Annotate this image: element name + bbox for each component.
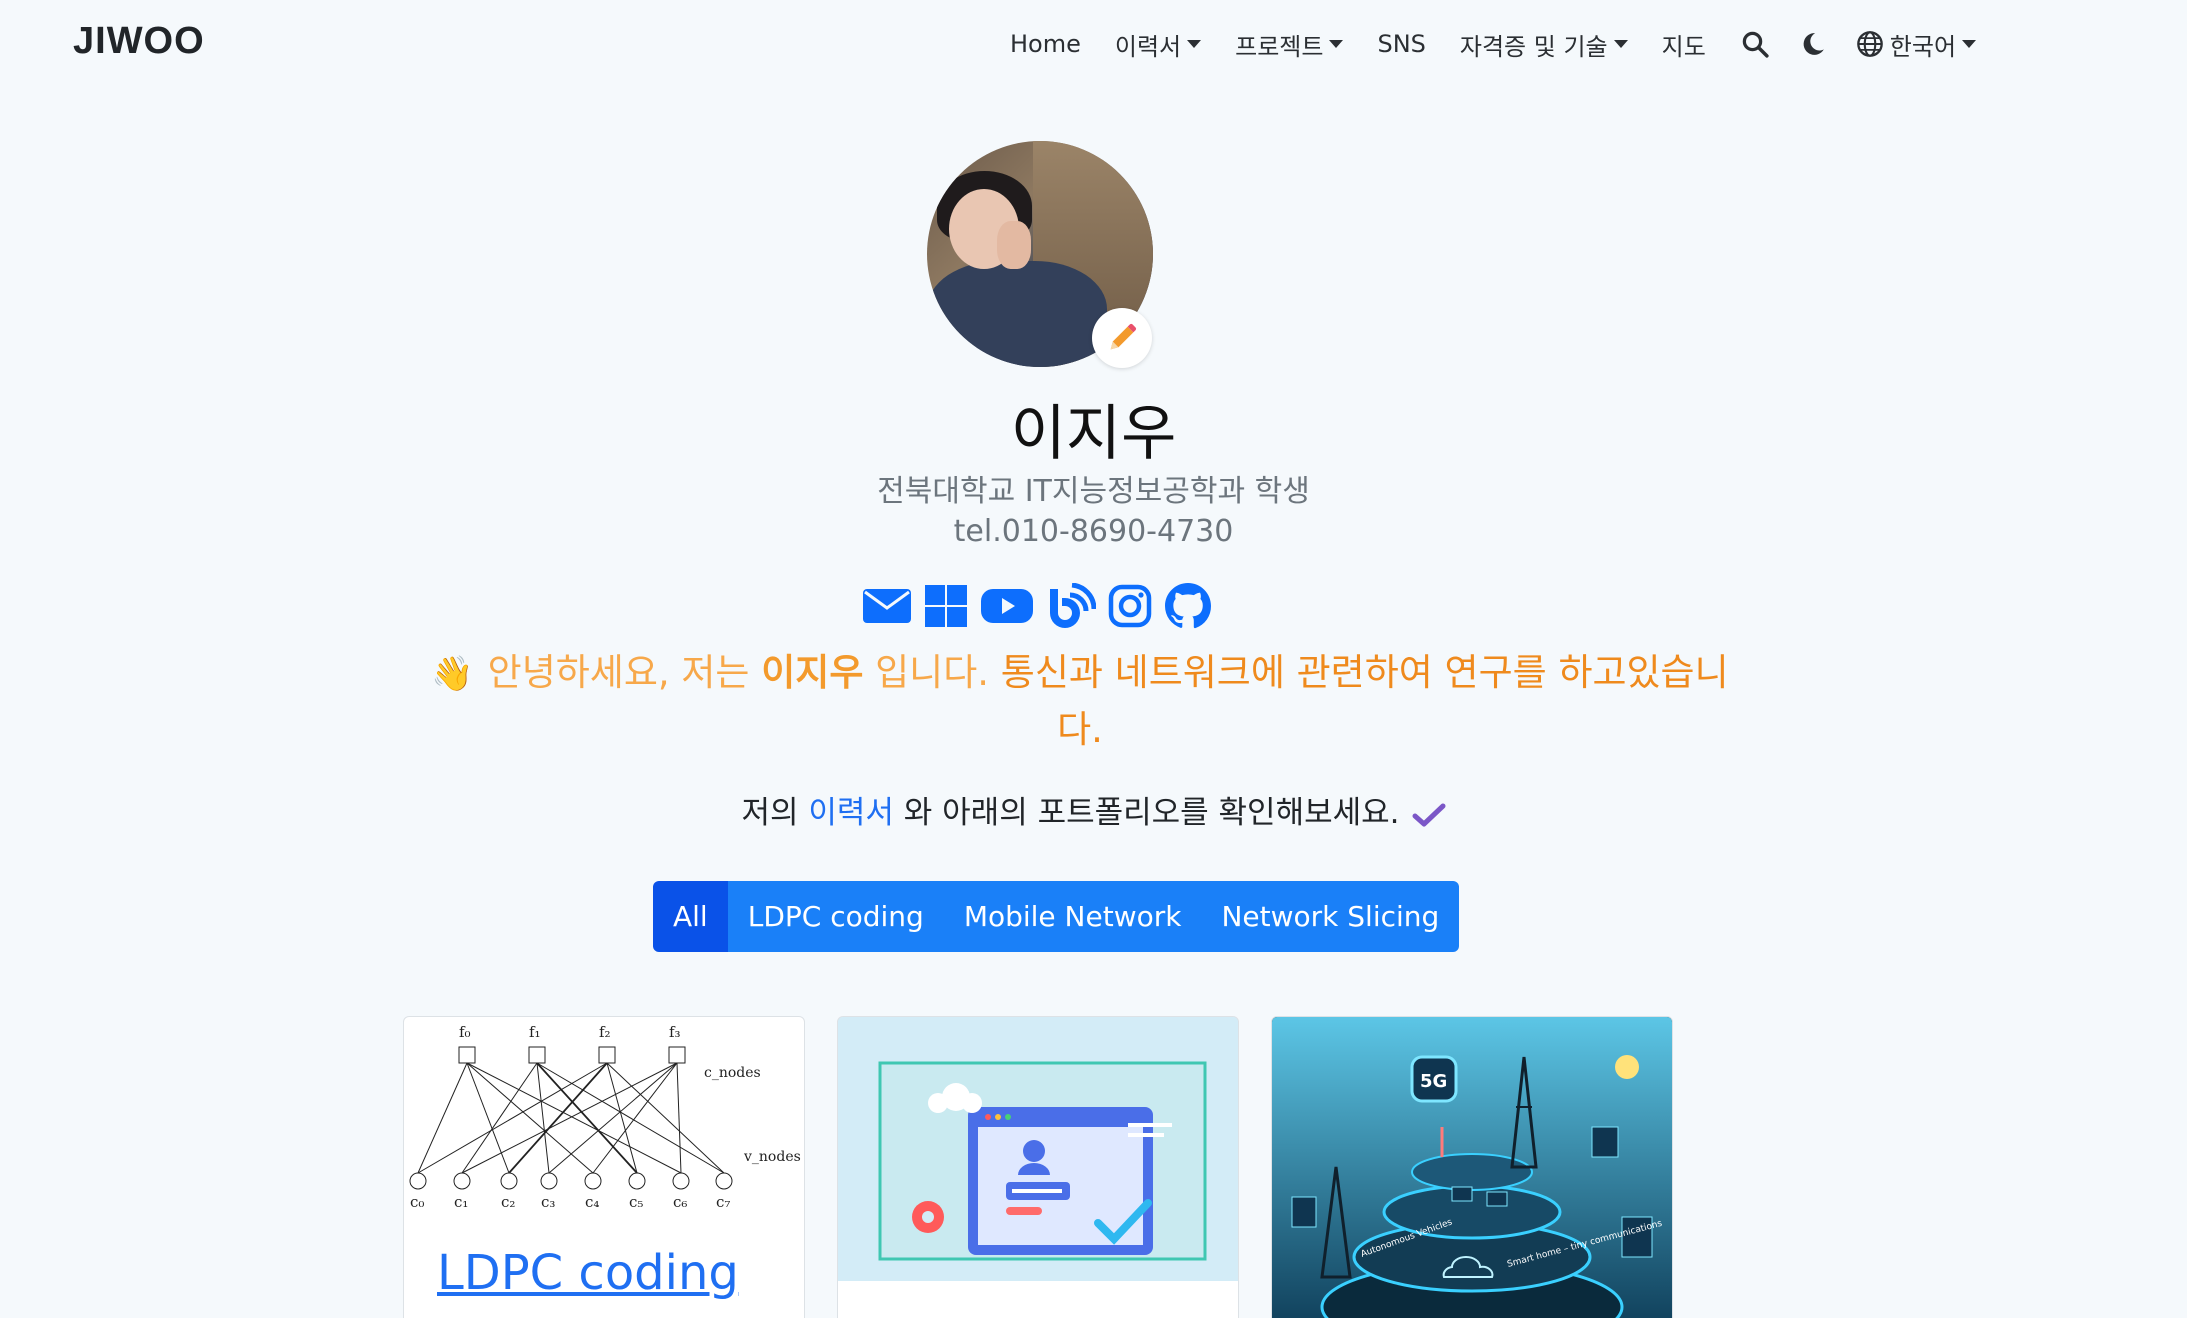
globe-icon	[1856, 31, 1883, 57]
greeting-prefix: 안녕하세요, 저는	[487, 651, 750, 694]
c-label: c₀	[410, 1193, 424, 1211]
profile-avatar-wrapper	[927, 141, 1153, 368]
profile-subtitle-block: 전북대학교 IT지능정보공학과 학생 tel.010-8690-4730	[0, 472, 2187, 552]
v-nodes-label: v_nodes	[743, 1149, 801, 1165]
search-icon[interactable]	[1740, 29, 1770, 59]
c-label: c₄	[585, 1193, 599, 1211]
f-label: f₂	[599, 1023, 611, 1041]
nav-item-home[interactable]: Home	[1010, 30, 1081, 58]
moon-icon[interactable]	[1800, 30, 1826, 58]
pencil-icon	[1110, 324, 1136, 350]
nav-label: 지도	[1661, 32, 1706, 61]
nav-item-resume[interactable]: 이력서	[1114, 27, 1202, 62]
filter-all[interactable]: All	[653, 881, 728, 952]
filter-network-slicing[interactable]: Network Slicing	[1201, 881, 1460, 952]
social-links	[862, 580, 1212, 632]
c-label: c₅	[629, 1193, 643, 1211]
nav-item-projects[interactable]: 프로젝트	[1235, 27, 1344, 62]
login-illustration-image	[838, 1017, 1238, 1318]
language-dropdown[interactable]: 한국어	[1856, 27, 1977, 62]
email-icon[interactable]	[862, 586, 912, 626]
c-label: c₇	[716, 1193, 730, 1211]
f-label: f₁	[529, 1023, 541, 1041]
portfolio-card-network-slicing[interactable]: 5G Autonomous Vehicles Smart home – tiny…	[1271, 1016, 1673, 1318]
navbar: JIWOO Home 이력서 프로젝트 SNS 자격증 및 기술 지도 한국어	[0, 0, 2187, 86]
windows-icon[interactable]	[924, 584, 968, 628]
blog-icon[interactable]	[1046, 583, 1096, 629]
5g-badge: 5G	[1420, 1071, 1447, 1092]
nav-item-certificates[interactable]: 자격증 및 기술	[1460, 27, 1628, 62]
c-label: c₁	[454, 1193, 468, 1211]
c-label: c₂	[501, 1193, 515, 1211]
card-title-link[interactable]: LDPC coding	[437, 1245, 739, 1301]
nav-label: 프로젝트	[1235, 32, 1324, 61]
nav-label: 이력서	[1114, 32, 1182, 61]
f-label: f₃	[669, 1023, 681, 1041]
resume-before: 저의	[741, 795, 799, 831]
filter-ldpc-coding[interactable]: LDPC coding	[727, 881, 944, 952]
caret-down-icon	[1613, 40, 1628, 48]
ldpc-tanner-graph-image: f₀ f₁ f₂ f₃ c_nodes v_nodes c₀ c₁ c₂ c₃ …	[409, 1023, 801, 1211]
caret-down-icon	[1962, 40, 1977, 48]
nav-menu: Home 이력서 프로젝트 SNS 자격증 및 기술 지도 한국어	[1010, 22, 1977, 66]
filter-mobile-network[interactable]: Mobile Network	[943, 881, 1202, 952]
instagram-icon[interactable]	[1108, 584, 1152, 628]
language-label: 한국어	[1889, 32, 1957, 61]
profile-name: 이지우	[1010, 399, 1177, 469]
profile-subtitle: 전북대학교 IT지능정보공학과 학생	[877, 474, 1310, 509]
greeting-middle: 입니다.	[875, 651, 990, 694]
greeting-text: 👋 안녕하세요, 저는 이지우 입니다. 통신과 네트워크에 관련하여 연구를 하…	[420, 645, 1740, 758]
portfolio-filter-group: All LDPC coding Mobile Network Network S…	[653, 881, 1460, 952]
portfolio-card-mobile-network[interactable]	[837, 1016, 1239, 1318]
greeting-rest: 통신과 네트워크에 관련하여 연구를 하고있습니다.	[1000, 651, 1729, 751]
edit-profile-button[interactable]	[1092, 308, 1152, 368]
nav-label: SNS	[1377, 30, 1426, 58]
brand-logo[interactable]: JIWOO	[73, 20, 205, 63]
5g-network-illustration-image: 5G Autonomous Vehicles Smart home – tiny…	[1272, 1017, 1672, 1318]
c-label: c₃	[541, 1193, 555, 1211]
youtube-icon[interactable]	[980, 586, 1034, 626]
c-nodes-label: c_nodes	[704, 1065, 761, 1081]
f-label: f₀	[459, 1023, 471, 1041]
nav-label: 자격증 및 기술	[1459, 32, 1608, 61]
resume-after: 와 아래의 포트폴리오를 확인해보세요.	[903, 795, 1400, 831]
resume-link[interactable]: 이력서	[808, 795, 894, 831]
waving-hand-icon: 👋	[431, 654, 474, 694]
c-label: c₆	[673, 1193, 687, 1211]
github-icon[interactable]	[1164, 582, 1212, 630]
nav-label: Home	[1010, 30, 1081, 58]
nav-item-map[interactable]: 지도	[1662, 27, 1706, 62]
profile-phone: tel.010-8690-4730	[953, 514, 1234, 549]
portfolio-card-ldpc[interactable]: f₀ f₁ f₂ f₃ c_nodes v_nodes c₀ c₁ c₂ c₃ …	[403, 1016, 805, 1318]
nav-item-sns[interactable]: SNS	[1377, 30, 1425, 58]
caret-down-icon	[1329, 40, 1344, 48]
caret-down-icon	[1187, 40, 1202, 48]
resume-prompt: 저의 이력서 와 아래의 포트폴리오를 확인해보세요.	[0, 787, 2187, 832]
check-icon	[1412, 803, 1446, 826]
greeting-name: 이지우	[761, 651, 864, 694]
